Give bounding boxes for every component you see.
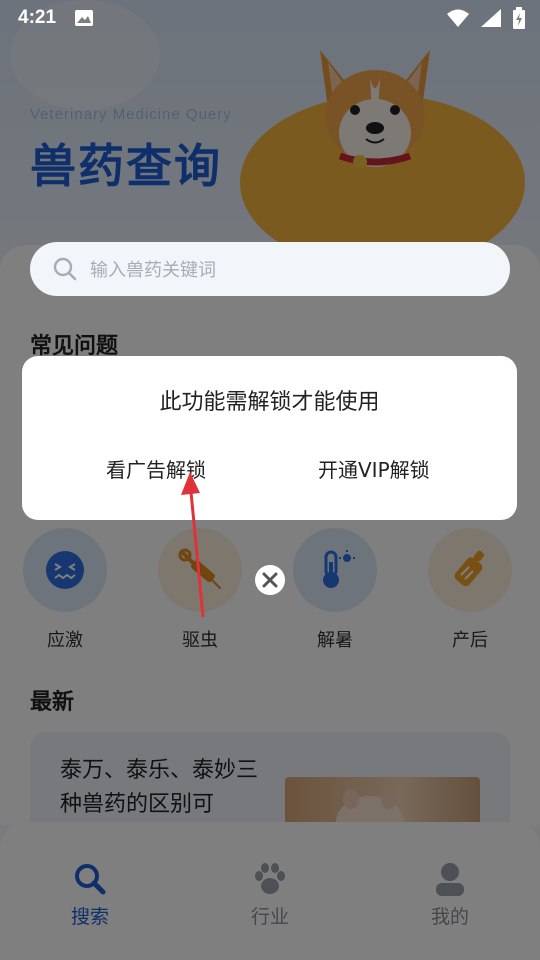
wifi-icon — [447, 9, 469, 27]
close-icon — [262, 572, 278, 588]
battery-charging-icon — [513, 7, 525, 29]
search-icon — [53, 257, 77, 281]
dialog-message: 此功能需解锁才能使用 — [159, 390, 380, 415]
vip-unlock-button[interactable]: 开通VIP解锁 — [318, 454, 430, 483]
close-dialog-button[interactable] — [255, 565, 285, 595]
unlock-dialog: 此功能需解锁才能使用 看广告解锁 开通VIP解锁 — [22, 356, 517, 520]
image-notification-icon — [75, 10, 94, 26]
search-input[interactable]: 输入兽药关键词 — [30, 242, 510, 296]
status-time: 4:21 — [18, 7, 57, 28]
status-bar: 4:21 — [0, 0, 540, 36]
watch-ad-unlock-button[interactable]: 看广告解锁 — [106, 454, 206, 483]
cellular-signal-icon — [481, 9, 501, 27]
search-placeholder: 输入兽药关键词 — [90, 260, 216, 281]
